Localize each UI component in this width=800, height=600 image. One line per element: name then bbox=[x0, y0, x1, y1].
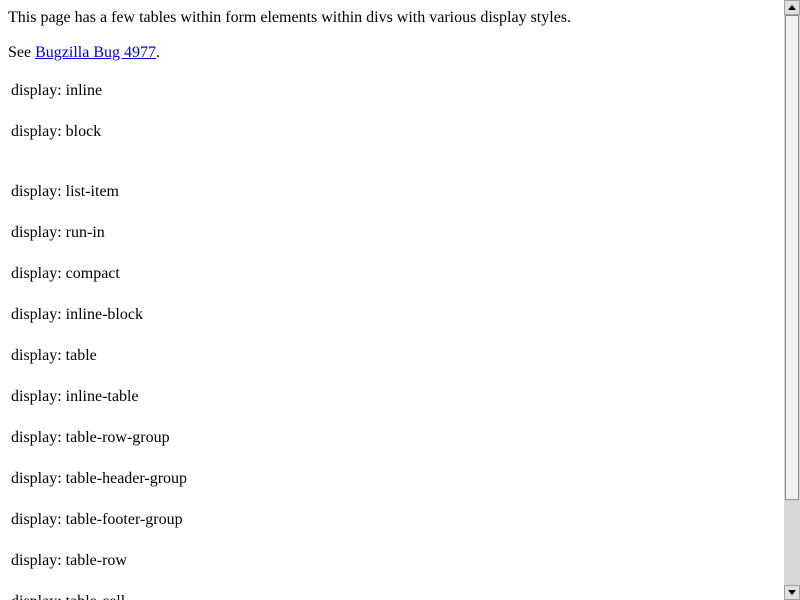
display-item-compact: display: compact bbox=[11, 265, 120, 282]
bugzilla-bug-link[interactable]: Bugzilla Bug 4977 bbox=[35, 44, 156, 61]
see-prefix: See bbox=[8, 44, 36, 61]
scroll-up-button[interactable] bbox=[784, 0, 800, 15]
arrow-down-icon bbox=[788, 590, 796, 595]
see-suffix: . bbox=[156, 44, 160, 61]
display-item-table-header-group: display: table-header-group bbox=[11, 470, 188, 487]
display-item-table-footer-group: display: table-footer-group bbox=[11, 511, 183, 528]
scroll-down-button[interactable] bbox=[784, 585, 800, 600]
arrow-up-icon bbox=[788, 5, 796, 10]
display-item-inline-table: display: inline-table bbox=[11, 388, 139, 405]
display-item-inline: display: inline bbox=[11, 82, 103, 99]
display-item-table-row: display: table-row bbox=[11, 552, 127, 569]
intro-text: This page has a few tables within form e… bbox=[8, 9, 572, 26]
display-item-run-in: display: run-in bbox=[11, 224, 105, 241]
see-line: See Bugzilla Bug 4977. bbox=[8, 43, 160, 62]
display-item-inline-block: display: inline-block bbox=[11, 306, 143, 323]
scrollbar-thumb[interactable] bbox=[785, 15, 799, 500]
page-content: This page has a few tables within form e… bbox=[0, 0, 784, 600]
display-item-list-item: display: list-item bbox=[11, 183, 119, 200]
display-item-table-cell: display: table-cell bbox=[11, 592, 125, 600]
display-item-table: display: table bbox=[11, 347, 97, 364]
display-item-block: display: block bbox=[11, 123, 102, 140]
display-item-table-row-group: display: table-row-group bbox=[11, 429, 170, 446]
vertical-scrollbar[interactable] bbox=[784, 0, 800, 600]
